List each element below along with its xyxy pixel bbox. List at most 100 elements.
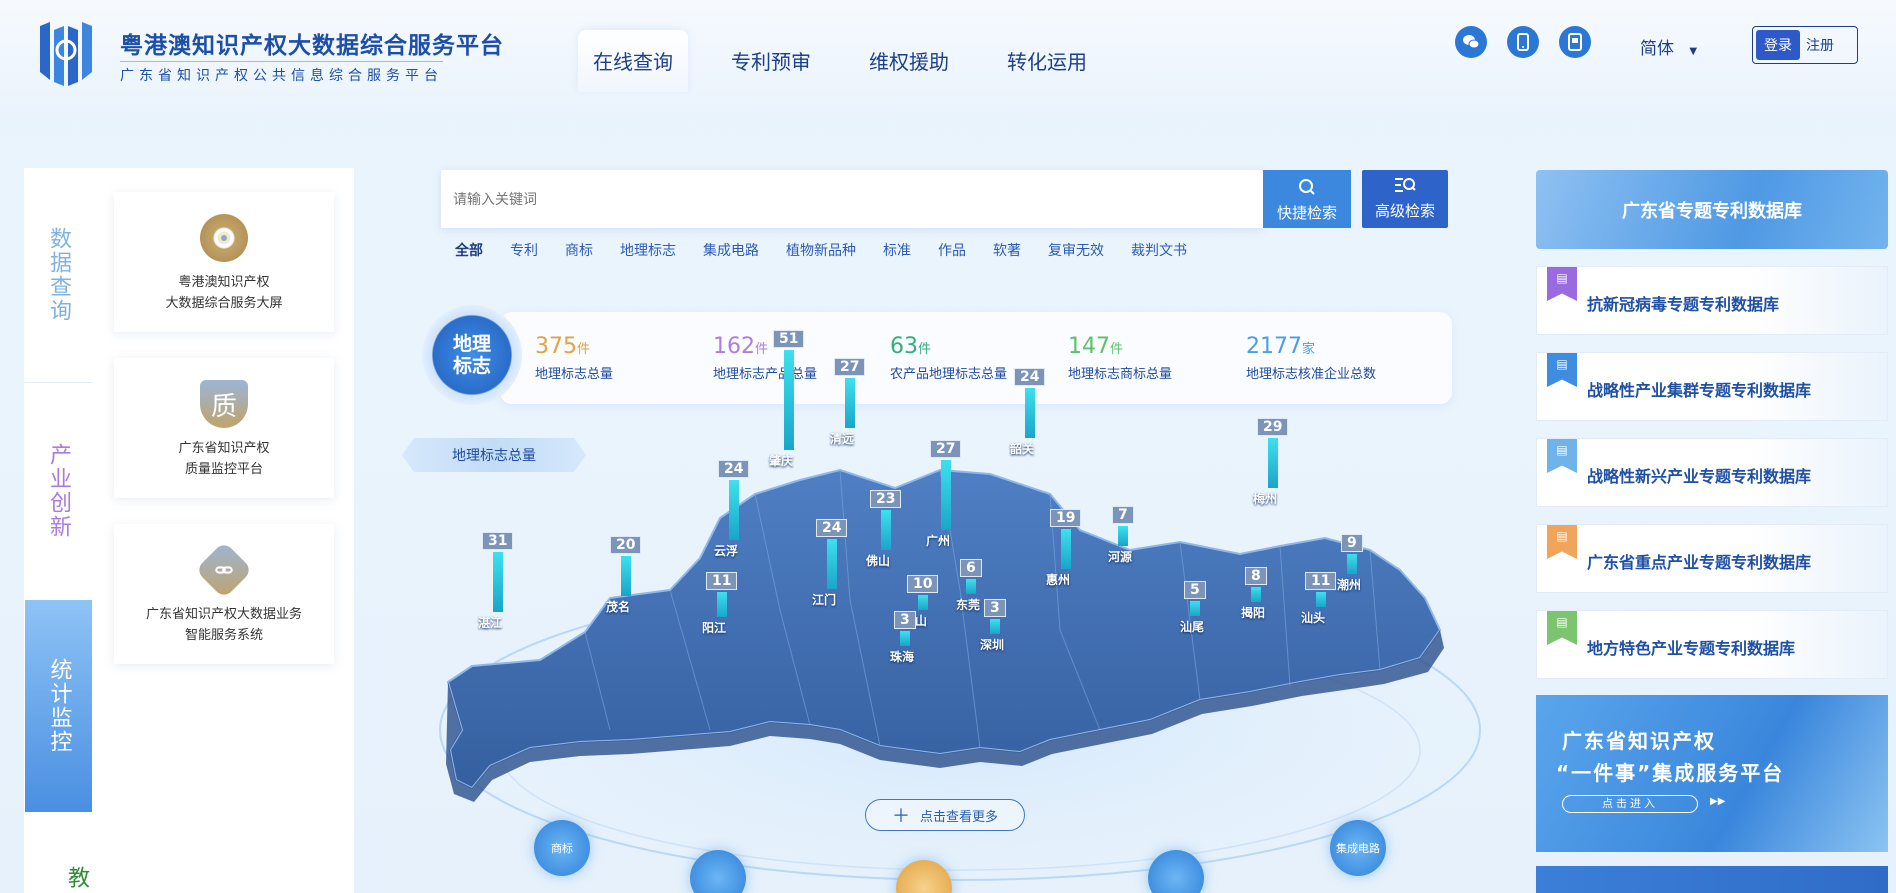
- chip-icon[interactable]: 集成电路: [1330, 820, 1386, 876]
- map-marker[interactable]: 7 河源: [1108, 506, 1134, 564]
- quality-icon: 质: [200, 380, 248, 428]
- tab-education[interactable]: 教: [24, 858, 92, 893]
- marker-bar: [899, 631, 910, 646]
- search-input[interactable]: [441, 170, 1261, 228]
- database-icon: ▤: [1547, 267, 1577, 301]
- map-marker[interactable]: 10中山: [903, 575, 939, 628]
- db-item-emerging-industries[interactable]: ▤ 战略性新兴产业专题专利数据库: [1536, 438, 1888, 507]
- marker-bar: [844, 378, 855, 428]
- map-marker[interactable]: 8 揭阳: [1241, 567, 1267, 620]
- marker-city-label: 惠州: [1046, 573, 1071, 587]
- map-marker[interactable]: 19 惠州: [1046, 509, 1082, 587]
- database-icon: ▤: [1547, 525, 1577, 559]
- service-card-quality-monitor[interactable]: 质 广东省知识产权 质量监控平台: [114, 358, 334, 498]
- mobile-icon[interactable]: [1507, 26, 1539, 58]
- map-marker[interactable]: 27 广州: [926, 440, 962, 548]
- marker-value: 5: [1184, 581, 1206, 599]
- database-icon: ▤: [1547, 353, 1577, 387]
- marker-city-label: 东莞: [956, 598, 981, 612]
- map-marker[interactable]: 11 阳江: [702, 572, 738, 635]
- auth-group: 登录 注册: [1752, 26, 1858, 64]
- map-marker[interactable]: 20 茂名: [606, 536, 642, 614]
- db-item-key-industries[interactable]: ▤ 广东省重点产业专题专利数据库: [1536, 524, 1888, 593]
- language-selector[interactable]: 简体 ▼: [1640, 34, 1697, 59]
- map-marker[interactable]: 5 汕尾: [1180, 581, 1206, 634]
- category-software[interactable]: 软著: [993, 240, 1021, 260]
- map-marker[interactable]: 24 江门: [812, 519, 848, 607]
- register-button[interactable]: 注册: [1806, 35, 1834, 55]
- category-geo-indication[interactable]: 地理标志: [620, 240, 676, 260]
- map-marker[interactable]: 29 梅州: [1253, 418, 1289, 506]
- service-line1: 粤港澳知识产权: [178, 275, 270, 290]
- category-all[interactable]: 全部: [455, 240, 483, 260]
- marker-value: 7: [1112, 506, 1134, 524]
- map-marker[interactable]: 3 珠海: [890, 611, 916, 664]
- map-marker[interactable]: 24 云浮: [714, 460, 750, 558]
- marker-city-label: 潮州: [1337, 578, 1362, 592]
- platform-logo-icon[interactable]: [36, 20, 96, 90]
- tab-data-query[interactable]: 数据查询: [24, 168, 92, 383]
- marker-city-label: 珠海: [890, 650, 915, 664]
- map-marker[interactable]: 23 佛山: [866, 490, 902, 568]
- view-more-button[interactable]: ＋ 点击查看更多: [865, 799, 1025, 831]
- marker-value: 29: [1257, 418, 1289, 436]
- marker-bar: [989, 619, 1000, 634]
- main-nav: 在线查询 专利预审 维权援助 转化运用: [578, 30, 1130, 92]
- db-item-local-characteristic[interactable]: ▤ 地方特色产业专题专利数据库: [1536, 610, 1888, 679]
- map-marker[interactable]: 27 清远: [830, 358, 866, 446]
- map-metric-label[interactable]: 地理标志总量: [402, 438, 586, 472]
- marker-value: 11: [706, 572, 738, 590]
- nav-patent-pre-review[interactable]: 专利预审: [716, 30, 826, 92]
- search-icon: [1263, 178, 1351, 200]
- wechat-icon[interactable]: [1455, 26, 1487, 58]
- category-integrated-circuit[interactable]: 集成电路: [703, 240, 759, 260]
- db-item-anti-covid[interactable]: ▤ 抗新冠病毒专题专利数据库: [1536, 266, 1888, 335]
- geo-stats-bar: 375件 地理标志总量 162件 地理标志产品总量 63件 农产品地理标志总量 …: [500, 312, 1452, 404]
- db-item-strategic-clusters[interactable]: ▤ 战略性产业集群专题专利数据库: [1536, 352, 1888, 421]
- map-marker[interactable]: 24 韶关: [1010, 368, 1046, 456]
- nav-rights-assistance[interactable]: 维权援助: [854, 30, 964, 92]
- double-arrow-icon: ▶▶: [1710, 796, 1726, 807]
- map-marker[interactable]: 11 汕头: [1301, 572, 1337, 625]
- category-works[interactable]: 作品: [938, 240, 966, 260]
- header: 粤港澳知识产权大数据综合服务平台 广东省知识产权公共信息综合服务平台 在线查询 …: [0, 0, 1896, 118]
- quick-search-button[interactable]: 快捷检索: [1263, 170, 1351, 228]
- advanced-search-button[interactable]: 高级检索: [1362, 170, 1448, 228]
- marker-value: 11: [1305, 572, 1337, 590]
- enter-button[interactable]: 点击进入: [1562, 795, 1698, 813]
- trademark-icon[interactable]: 商标: [534, 820, 590, 876]
- map-marker[interactable]: 31 湛江: [478, 532, 514, 630]
- map-marker[interactable]: 51 肇庆: [769, 330, 805, 468]
- map-marker[interactable]: 3 深圳: [980, 599, 1006, 652]
- marker-city-label: 河源: [1108, 550, 1133, 564]
- nav-online-query[interactable]: 在线查询: [578, 30, 688, 92]
- special-db-header[interactable]: 广东省专题专利数据库: [1536, 170, 1888, 249]
- marker-city-label: 深圳: [980, 638, 1005, 652]
- marker-bar: [826, 539, 837, 589]
- map-marker[interactable]: 9 潮州: [1337, 534, 1363, 592]
- category-trademark[interactable]: 商标: [565, 240, 593, 260]
- service-card-big-screen[interactable]: 粤港澳知识产权 大数据综合服务大屏: [114, 192, 334, 332]
- left-panel: 数据查询 产业创新 统计监控 教 粤港澳知识产权 大数据综合服务大屏 质 广东省…: [24, 168, 354, 893]
- nav-transformation[interactable]: 转化运用: [992, 30, 1102, 92]
- app-icon[interactable]: [1559, 26, 1591, 58]
- category-standard[interactable]: 标准: [883, 240, 911, 260]
- map-marker[interactable]: 6 东莞: [956, 559, 982, 612]
- category-judgments[interactable]: 裁判文书: [1131, 240, 1187, 260]
- marker-value: 20: [610, 536, 642, 554]
- search-category-tabs: 全部 专利 商标 地理标志 集成电路 植物新品种 标准 作品 软著 复审无效 裁…: [455, 240, 1214, 260]
- marker-bar: [1315, 592, 1326, 607]
- service-card-smart-system[interactable]: 广东省知识产权大数据业务 智能服务系统: [114, 524, 334, 664]
- marker-bar: [1346, 554, 1357, 574]
- marker-city-label: 韶关: [1010, 442, 1035, 456]
- tab-industry-innovation[interactable]: 产业创新: [24, 383, 92, 598]
- login-button[interactable]: 登录: [1756, 30, 1800, 60]
- category-reexamination[interactable]: 复审无效: [1048, 240, 1104, 260]
- secondary-banner[interactable]: [1536, 866, 1888, 893]
- marker-value: 24: [718, 460, 750, 478]
- tab-statistics-monitoring[interactable]: 统计监控: [25, 600, 92, 812]
- one-thing-platform-banner[interactable]: 广东省知识产权 “一件事”集成服务平台 点击进入 ▶▶: [1536, 695, 1888, 852]
- marker-city-label: 肇庆: [769, 454, 794, 468]
- category-patent[interactable]: 专利: [510, 240, 538, 260]
- category-plant-variety[interactable]: 植物新品种: [786, 240, 856, 260]
